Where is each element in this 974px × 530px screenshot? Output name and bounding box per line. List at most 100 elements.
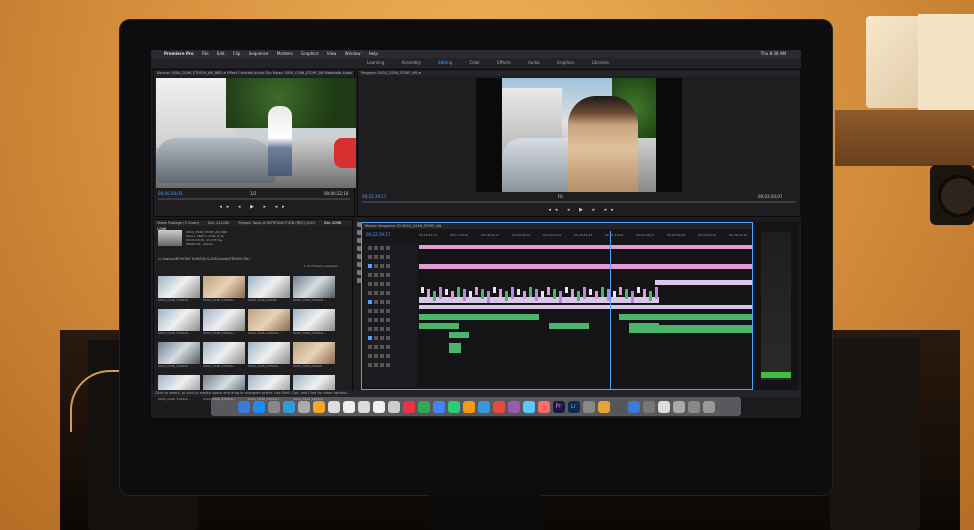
timeline-clip[interactable]	[631, 291, 634, 303]
bin-path-label[interactable]: Users/ANTHONY HUNT/SUL-DISCprod/DTEAM-CN…	[162, 257, 249, 261]
timeline-clip[interactable]	[419, 323, 459, 329]
timeline-clip[interactable]	[419, 297, 659, 303]
dock-app-icon[interactable]	[492, 400, 505, 413]
timeline-clip[interactable]	[475, 287, 478, 295]
track-toggle-icon[interactable]	[386, 318, 390, 322]
project-clip-thumbnail[interactable]: 0004_C046_ST0916...	[203, 309, 245, 339]
track-toggle-icon[interactable]	[386, 246, 390, 250]
track-toggle-icon[interactable]	[368, 264, 372, 268]
timeline-timecode[interactable]: 00;22;19;17	[366, 232, 390, 237]
track-toggle-icon[interactable]	[386, 354, 390, 358]
timeline-clip[interactable]	[523, 291, 526, 299]
timeline-clip[interactable]	[571, 289, 574, 297]
program-timecode[interactable]: 00;22;19;17	[362, 194, 386, 199]
timeline-clip[interactable]	[449, 343, 461, 353]
track-header[interactable]	[364, 289, 417, 297]
track-toggle-icon[interactable]	[386, 255, 390, 259]
timeline-clip[interactable]	[613, 291, 616, 297]
track-toggle-icon[interactable]	[380, 282, 384, 286]
track-toggle-icon[interactable]	[374, 363, 378, 367]
track-toggle-icon[interactable]	[386, 336, 390, 340]
track-toggle-icon[interactable]	[380, 354, 384, 358]
track-toggle-icon[interactable]	[386, 273, 390, 277]
dock-app-icon[interactable]	[237, 400, 250, 413]
track-toggle-icon[interactable]	[374, 318, 378, 322]
dock-app-icon[interactable]	[447, 400, 460, 413]
project-clip-thumbnail[interactable]: 0004_C046_D0025...	[248, 276, 290, 306]
dock-app-icon[interactable]	[267, 400, 280, 413]
project-clip-thumbnail[interactable]: 0004_C046_D0025...	[293, 342, 335, 372]
dock-app-icon[interactable]	[372, 400, 385, 413]
timeline-clip[interactable]	[463, 289, 466, 301]
timeline-tabs[interactable]: Master Sequence 03 0004_C046_ST09F_AN	[362, 223, 752, 229]
dock-app-icon[interactable]	[402, 400, 415, 413]
track-toggle-icon[interactable]	[380, 309, 384, 313]
source-timecode-in[interactable]: 00;00;28;03	[158, 191, 182, 196]
project-tab-project[interactable]: Project: Topic of INTRODUCTION (REC) 000…	[238, 221, 315, 225]
timeline-clip[interactable]	[577, 291, 580, 301]
track-toggle-icon[interactable]	[368, 336, 372, 340]
timeline-clip[interactable]	[445, 289, 448, 295]
track-toggle-icon[interactable]	[386, 327, 390, 331]
project-tab-video-footage[interactable]: Video Footage (3 Clean)	[157, 221, 199, 225]
program-fit-select[interactable]: Fit	[558, 194, 563, 199]
dock-app-icon[interactable]	[387, 400, 400, 413]
track-toggle-icon[interactable]	[380, 255, 384, 259]
track-toggle-icon[interactable]	[380, 363, 384, 367]
timeline-clip[interactable]	[419, 245, 752, 249]
program-transport-controls[interactable]: ◂◂ ◂ ▶ ▸ ▸▸	[508, 207, 658, 213]
menu-view[interactable]: View	[327, 51, 337, 56]
timeline-clip[interactable]	[655, 287, 658, 299]
workspace-tab-learning[interactable]: Learning	[367, 60, 384, 65]
track-toggle-icon[interactable]	[386, 363, 390, 367]
premiere-pro-dock-icon[interactable]: Pr	[552, 400, 565, 413]
project-clip-thumbnail[interactable]: 0004_C046_ST0916...	[248, 309, 290, 339]
workspace-tab-graphics[interactable]: Graphics	[557, 60, 575, 65]
track-toggle-icon[interactable]	[368, 273, 372, 277]
timeline-clip[interactable]	[439, 287, 442, 299]
track-toggle-icon[interactable]	[368, 327, 372, 331]
dock-app-icon[interactable]	[612, 400, 625, 413]
timeline-clip[interactable]	[553, 289, 556, 299]
dock-app-icon[interactable]	[252, 400, 265, 413]
timeline-clip[interactable]	[625, 289, 628, 299]
project-tab-bin[interactable]: Bin: 22L000	[208, 221, 229, 225]
timeline-clip[interactable]	[629, 323, 659, 333]
timeline-clip[interactable]	[559, 291, 562, 303]
timeline-clip[interactable]	[493, 287, 496, 293]
timeline-clip[interactable]	[549, 323, 589, 329]
menubar-clock[interactable]: Thu 8:38 AM	[761, 50, 786, 58]
timeline-clip[interactable]	[449, 332, 469, 338]
menu-app-name[interactable]: Premiere Pro	[164, 51, 194, 56]
track-toggle-icon[interactable]	[380, 273, 384, 277]
timeline-clip[interactable]	[601, 287, 604, 297]
project-clip-thumbnail[interactable]: 0004_C046_ST0916...	[203, 276, 245, 306]
track-header[interactable]	[364, 343, 417, 351]
track-toggle-icon[interactable]	[374, 264, 378, 268]
dock-app-icon[interactable]	[327, 400, 340, 413]
track-header[interactable]	[364, 271, 417, 279]
dock-app-icon[interactable]	[657, 400, 670, 413]
timeline-clip[interactable]	[595, 291, 598, 299]
track-toggle-icon[interactable]	[368, 291, 372, 295]
track-toggle-icon[interactable]	[368, 309, 372, 313]
dock-app-icon[interactable]	[462, 400, 475, 413]
timeline-clip[interactable]	[655, 280, 752, 285]
track-header[interactable]	[364, 253, 417, 261]
track-toggle-icon[interactable]	[374, 354, 378, 358]
dock-app-icon[interactable]	[507, 400, 520, 413]
workspace-tab-effects[interactable]: Effects	[497, 60, 511, 65]
track-toggle-icon[interactable]	[386, 282, 390, 286]
track-toggle-icon[interactable]	[380, 264, 384, 268]
dock-app-icon[interactable]	[597, 400, 610, 413]
project-clip-thumbnail[interactable]: 0004_C046_ST0916...	[293, 309, 335, 339]
track-toggle-icon[interactable]	[380, 291, 384, 295]
timeline-clip[interactable]	[499, 289, 502, 297]
track-header[interactable]	[364, 262, 417, 270]
dock-app-icon[interactable]	[642, 400, 655, 413]
track-header[interactable]	[364, 280, 417, 288]
track-toggle-icon[interactable]	[380, 300, 384, 304]
project-clip-thumbnail[interactable]: 0004_C046_ST0916...	[158, 276, 200, 306]
source-transport-controls[interactable]: ◂◂ ◂ ▶ ▸ ▸▸	[184, 204, 324, 210]
timeline-clip[interactable]	[649, 291, 652, 301]
